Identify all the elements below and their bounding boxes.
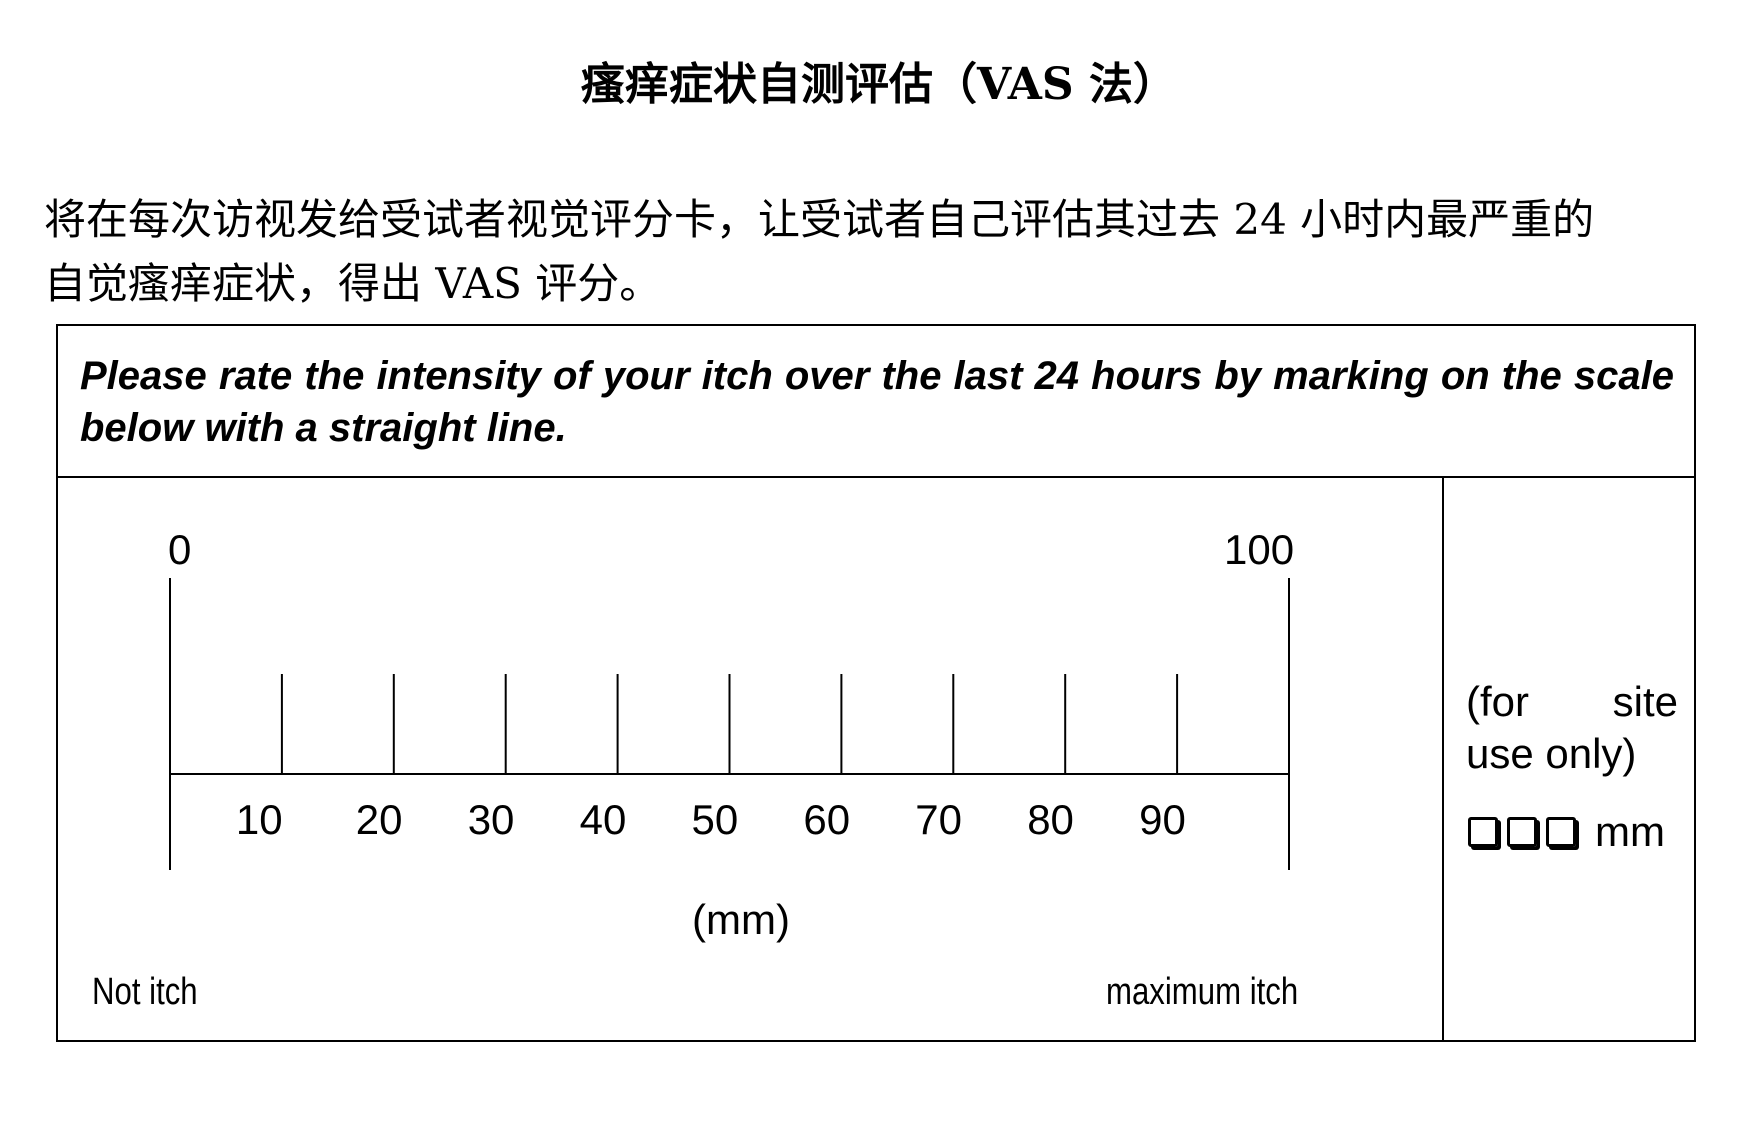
site-mm-entry: mm — [1468, 808, 1665, 856]
intro-line-1: 将在每次访视发给受试者视觉评分卡，让受试者自己评估其过去 24 小时内最严重的 — [44, 195, 1595, 244]
intro-line-2: 自觉瘙痒症状，得出 VAS 评分。 — [44, 259, 662, 308]
instruction-text: Please rate the intensity of your itch o… — [58, 326, 1694, 478]
site-use-area: (for site use only) mm — [1444, 478, 1694, 1042]
vas-scale-area[interactable]: 0 100 10 20 30 40 50 60 70 80 90 (mm) Not itch m… — [58, 478, 1444, 1042]
scale-tick-label: 60 — [803, 796, 851, 843]
scale-tick-label: 10 — [235, 796, 283, 843]
page-title: 瘙痒症状自测评估（VAS 法） — [581, 59, 1177, 110]
vas-form: Please rate the intensity of your itch o… — [56, 324, 1696, 1042]
scale-tick-label: 90 — [1139, 796, 1186, 843]
scale-start-label: 0 — [168, 526, 192, 573]
scale-unit-label: (mm) — [692, 896, 790, 943]
scale-tick-label: 30 — [467, 796, 515, 843]
site-digit-box[interactable] — [1468, 817, 1498, 847]
site-mm-unit: mm — [1595, 808, 1665, 855]
site-digit-box[interactable] — [1507, 817, 1537, 847]
scale-tick-label: 40 — [579, 796, 627, 843]
scale-tick-label: 50 — [691, 796, 739, 843]
site-use-word-for: (for — [1466, 678, 1529, 725]
scale-tick-label: 20 — [355, 796, 403, 843]
scale-tick-label: 80 — [1027, 796, 1074, 843]
intro-paragraph: 将在每次访视发给受试者视觉评分卡，让受试者自己评估其过去 24 小时内最严重的 … — [44, 188, 1724, 316]
scale-end-label: 100 — [1224, 526, 1295, 573]
site-use-note: (for site use only) — [1466, 676, 1678, 780]
left-anchor-label: Not itch — [92, 971, 198, 1013]
site-use-word-site: site — [1612, 678, 1678, 725]
scale-tick-label: 70 — [915, 796, 963, 843]
site-digit-box[interactable] — [1546, 817, 1576, 847]
right-anchor-label: maximum itch — [1106, 971, 1299, 1013]
site-use-line-2: use only) — [1466, 730, 1637, 777]
